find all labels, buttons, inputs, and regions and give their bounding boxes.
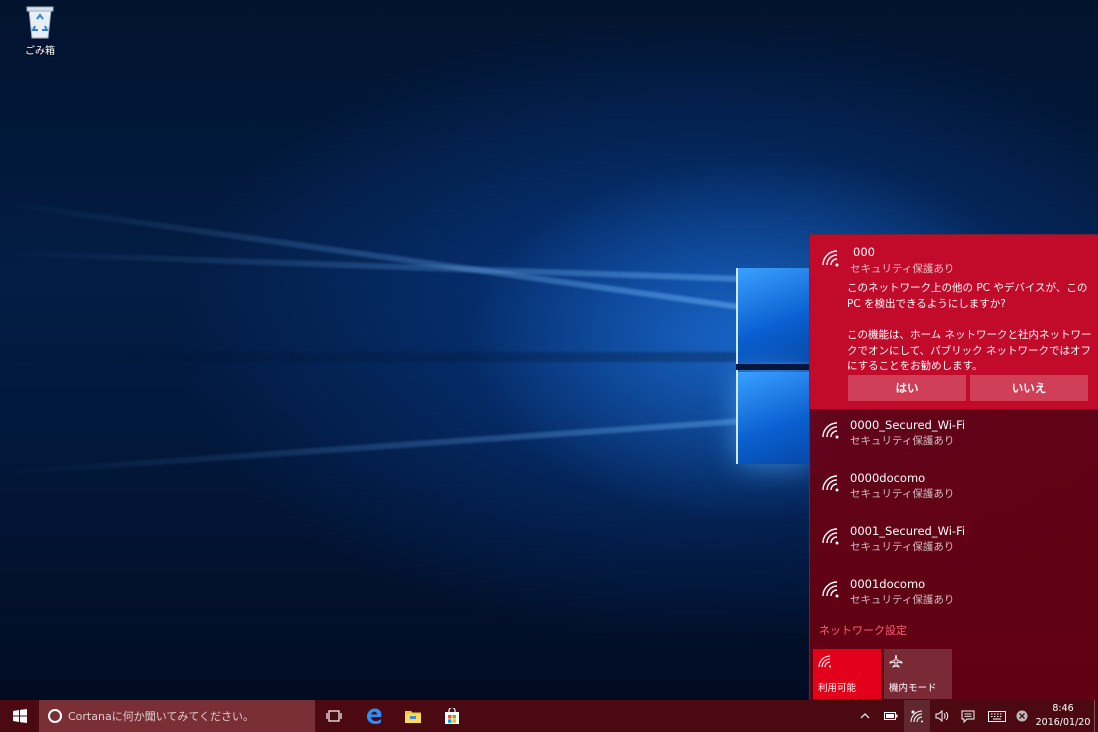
speaker-icon bbox=[935, 710, 949, 722]
wallpaper-window-pane bbox=[738, 372, 810, 464]
network-list-item[interactable]: 0001_Secured_Wi-Fi セキュリティ保護あり bbox=[810, 517, 1098, 570]
active-network-panel[interactable]: 000 セキュリティ保護あり このネットワーク上の他の PC やデバイスが、この… bbox=[810, 235, 1098, 409]
wallpaper-beam bbox=[0, 416, 759, 476]
store-button[interactable] bbox=[440, 700, 464, 732]
wallpaper-beam bbox=[0, 352, 760, 362]
no-button[interactable]: いいえ bbox=[970, 375, 1088, 401]
network-settings-link[interactable]: ネットワーク設定 bbox=[819, 622, 907, 638]
touch-keyboard-button[interactable] bbox=[985, 700, 1009, 732]
volume-button[interactable] bbox=[933, 700, 951, 732]
clock-time: 8:46 bbox=[1052, 703, 1074, 714]
keyboard-icon bbox=[988, 710, 1006, 722]
discovery-recommendation: この機能は、ホーム ネットワークと社内ネットワークでオンにして、パブリック ネッ… bbox=[847, 329, 1092, 372]
network-status: セキュリティ保護あり bbox=[850, 263, 955, 275]
taskbar-clock[interactable]: 8:46 2016/01/20 bbox=[1034, 702, 1092, 730]
network-flyout: 000 セキュリティ保護あり このネットワーク上の他の PC やデバイスが、この… bbox=[809, 234, 1098, 700]
network-list-item[interactable]: 0000docomo セキュリティ保護あり bbox=[810, 464, 1098, 517]
network-status: セキュリティ保護あり bbox=[850, 435, 955, 447]
cortana-icon bbox=[48, 709, 62, 723]
wifi-secured-icon bbox=[822, 475, 839, 492]
network-tray-button[interactable] bbox=[904, 700, 930, 732]
recycle-bin-shortcut[interactable]: ごみ箱 bbox=[18, 4, 62, 57]
wifi-secured-icon bbox=[822, 422, 839, 439]
wifi-secured-icon bbox=[822, 250, 839, 267]
network-status: セキュリティ保護あり bbox=[850, 541, 955, 553]
start-button[interactable] bbox=[0, 700, 39, 732]
windows-logo-icon bbox=[12, 709, 27, 723]
network-name: 0000_Secured_Wi-Fi bbox=[850, 418, 966, 432]
network-name: 0001_Secured_Wi-Fi bbox=[850, 524, 966, 538]
network-list-item[interactable]: 0000_Secured_Wi-Fi セキュリティ保護あり bbox=[810, 411, 1098, 464]
network-name: 000 bbox=[853, 245, 875, 259]
edge-browser-button[interactable] bbox=[362, 700, 386, 732]
store-icon bbox=[445, 707, 459, 724]
chevron-up-icon bbox=[860, 713, 870, 719]
network-list-item[interactable]: 0001docomo セキュリティ保護あり bbox=[810, 570, 1098, 623]
recycle-bin-label: ごみ箱 bbox=[25, 46, 55, 57]
file-explorer-button[interactable] bbox=[401, 700, 425, 732]
close-circle-icon bbox=[1016, 710, 1028, 722]
edge-icon bbox=[367, 708, 382, 724]
tile-label: 機内モード bbox=[889, 683, 937, 694]
battery-button[interactable] bbox=[882, 700, 900, 732]
battery-icon bbox=[884, 712, 898, 720]
yes-button[interactable]: はい bbox=[848, 375, 966, 401]
network-name: 0000docomo bbox=[850, 471, 926, 485]
airplane-mode-tile[interactable]: 機内モード bbox=[884, 649, 952, 699]
network-status: セキュリティ保護あり bbox=[850, 488, 955, 500]
close-tray-button[interactable] bbox=[1013, 700, 1031, 732]
network-name: 0001docomo bbox=[850, 577, 926, 591]
folder-icon bbox=[405, 711, 421, 723]
recycle-bin-icon bbox=[26, 6, 54, 39]
show-desktop-button[interactable] bbox=[1094, 700, 1098, 732]
wifi-toggle-tile[interactable]: 利用可能 bbox=[813, 649, 881, 699]
task-view-button[interactable] bbox=[322, 700, 346, 732]
wifi-secured-icon bbox=[822, 528, 839, 545]
show-hidden-icons-button[interactable] bbox=[857, 700, 873, 732]
notification-icon bbox=[961, 710, 975, 723]
tile-label: 利用可能 bbox=[818, 683, 857, 694]
network-status: セキュリティ保護あり bbox=[850, 594, 955, 606]
wallpaper-window-pane bbox=[738, 268, 810, 362]
search-placeholder: Cortanaに何か聞いてみてください。 bbox=[68, 710, 255, 723]
airplane-icon bbox=[889, 654, 903, 668]
cortana-search-box[interactable]: Cortanaに何か聞いてみてください。 bbox=[39, 700, 315, 732]
wifi-icon bbox=[910, 710, 923, 723]
discovery-prompt: このネットワーク上の他の PC やデバイスが、この PC を検出できるようにしま… bbox=[847, 282, 1088, 310]
taskbar: Cortanaに何か聞いてみてください。 8:46 2016/01/20 bbox=[0, 700, 1098, 732]
wallpaper-window-frame bbox=[736, 364, 810, 370]
clock-date: 2016/01/20 bbox=[1035, 717, 1091, 728]
action-center-button[interactable] bbox=[958, 700, 978, 732]
wifi-secured-icon bbox=[822, 581, 839, 598]
wifi-icon bbox=[818, 655, 831, 668]
task-view-icon bbox=[326, 710, 342, 722]
